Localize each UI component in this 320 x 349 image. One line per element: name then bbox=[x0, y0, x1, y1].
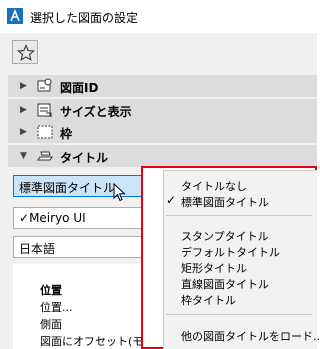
window-title: 選択した図面の設定 bbox=[30, 11, 139, 25]
menu-item-standard-title[interactable]: 標準図面タイトル bbox=[181, 194, 269, 210]
font-dropdown[interactable]: ✓Meiryo UI bbox=[13, 207, 159, 229]
checkmark-icon: ✓ bbox=[166, 193, 177, 207]
expand-arrow-icon: ▶ bbox=[20, 127, 27, 137]
title-style-value: 標準図面タイトル bbox=[19, 181, 116, 195]
language-value: 日本語 bbox=[19, 242, 56, 256]
collapse-arrow-icon: ▼ bbox=[20, 151, 27, 161]
menu-item-rectangle-title[interactable]: 矩形タイトル bbox=[181, 260, 247, 276]
section-frame[interactable]: ▶ 枠 bbox=[8, 121, 317, 143]
menu-item-stamp-title[interactable]: スタンプタイトル bbox=[181, 228, 269, 244]
font-value: Meiryo UI bbox=[29, 211, 86, 225]
favorites-button[interactable] bbox=[12, 40, 38, 64]
section-label: サイズと表示 bbox=[60, 105, 132, 119]
title-bar: 選択した図面の設定 bbox=[0, 0, 317, 33]
section-label: タイトル bbox=[60, 151, 109, 165]
menu-item-no-title[interactable]: タイトルなし bbox=[181, 178, 247, 194]
title-icon bbox=[37, 151, 53, 161]
language-dropdown[interactable]: 日本語 bbox=[13, 236, 159, 258]
menu-item-default-title[interactable]: デフォルトタイトル bbox=[181, 244, 280, 260]
menu-item-line-title[interactable]: 直線図面タイトル bbox=[181, 276, 269, 292]
mouse-cursor-icon bbox=[113, 183, 126, 202]
param-item[interactable]: 側面 bbox=[40, 316, 62, 332]
expand-arrow-icon: ▶ bbox=[20, 105, 27, 115]
section-drawing-id[interactable]: ▶ 図面ID bbox=[8, 75, 317, 97]
section-title[interactable]: ▼ タイトル bbox=[8, 145, 317, 167]
star-icon bbox=[17, 44, 35, 61]
menu-separator bbox=[166, 215, 312, 216]
menu-item-frame-title[interactable]: 枠タイトル bbox=[181, 292, 236, 308]
frame-icon bbox=[37, 125, 53, 139]
drawing-id-icon bbox=[37, 78, 52, 92]
param-item[interactable]: 位置... bbox=[40, 299, 73, 315]
expand-arrow-icon: ▶ bbox=[20, 81, 27, 91]
param-group-header: 位置 bbox=[40, 284, 62, 297]
section-label: 枠 bbox=[60, 127, 73, 141]
title-style-dropdown[interactable]: 標準図面タイトル ▶ bbox=[13, 175, 159, 197]
size-display-icon bbox=[37, 103, 52, 117]
archicad-app-icon bbox=[7, 8, 23, 24]
section-label: 図面ID bbox=[60, 81, 99, 95]
menu-item-load-other-titles[interactable]: 他の図面タイトルをロード... bbox=[181, 328, 320, 344]
menu-separator bbox=[166, 314, 312, 315]
section-size-display[interactable]: ▶ サイズと表示 bbox=[8, 99, 317, 121]
font-check-icon: ✓ bbox=[19, 211, 30, 225]
